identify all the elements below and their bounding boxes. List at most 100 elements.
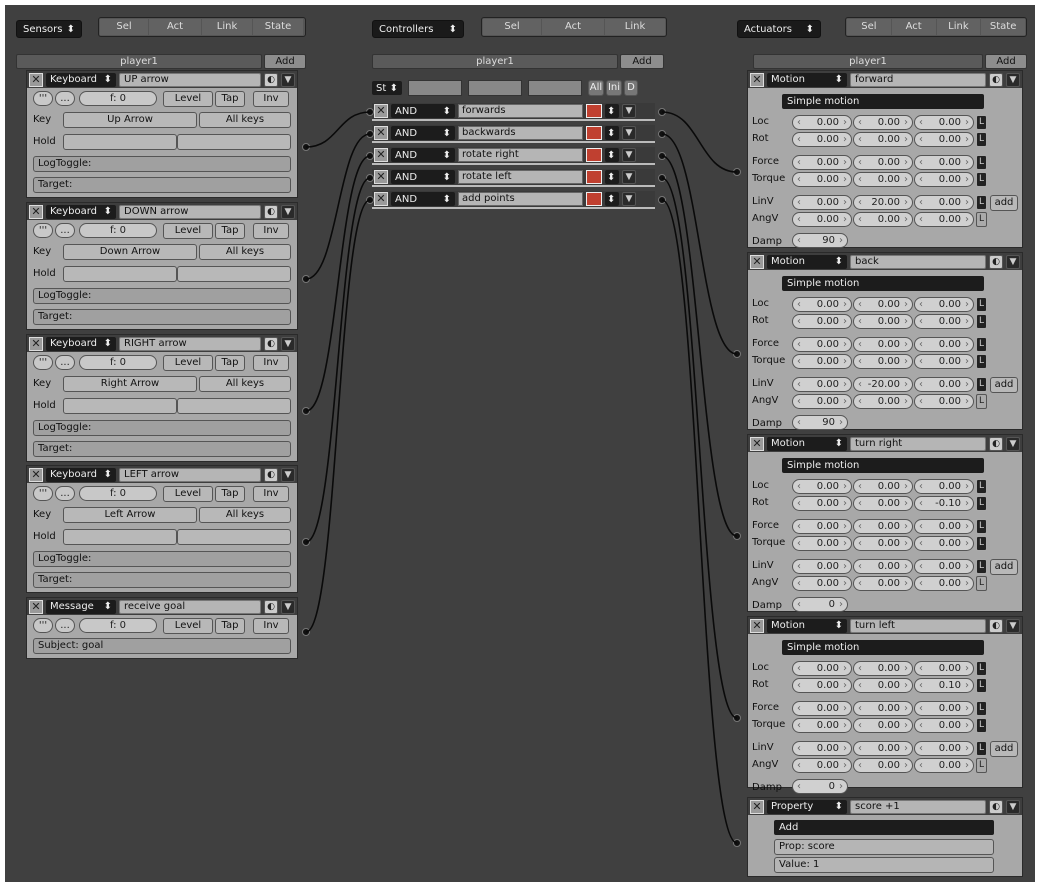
force-local-toggle[interactable]: L: [976, 519, 987, 534]
target-field[interactable]: Target:: [33, 309, 291, 325]
hold-key-2-field[interactable]: [177, 266, 291, 282]
invert-button[interactable]: Inv: [253, 223, 289, 239]
controller-name-field[interactable]: rotate right: [458, 148, 583, 162]
controller-remove-icon[interactable]: ✕: [374, 148, 388, 162]
actuator-type-dropdown[interactable]: Motion ⬍: [767, 72, 847, 87]
updown-icon[interactable]: ⬍: [605, 148, 619, 162]
force-value-z[interactable]: 0.00: [914, 337, 974, 352]
updown-icon[interactable]: ⬍: [605, 104, 619, 118]
logtoggle-field[interactable]: LogToggle:: [33, 420, 291, 436]
angv-value-z[interactable]: 0.00: [914, 394, 974, 409]
linv-value-x[interactable]: 0.00: [792, 377, 852, 392]
all-keys-button[interactable]: All keys: [199, 244, 291, 260]
force-value-x[interactable]: 0.00: [792, 155, 852, 170]
state-mask-2[interactable]: [468, 80, 522, 96]
controller-output-socket[interactable]: [658, 108, 666, 116]
controllers-sel-button[interactable]: Sel: [483, 19, 541, 35]
hold-key-1-field[interactable]: [63, 529, 177, 545]
level-button[interactable]: Level: [163, 91, 213, 107]
torque-local-toggle[interactable]: L: [976, 172, 987, 187]
sensors-object-bar[interactable]: player1: [16, 54, 262, 69]
actuators-state-button[interactable]: State: [981, 19, 1025, 35]
add-sensor-button[interactable]: Add: [264, 54, 306, 69]
force-value-z[interactable]: 0.00: [914, 519, 974, 534]
controller-output-socket[interactable]: [658, 174, 666, 182]
torque-local-toggle[interactable]: L: [976, 536, 987, 551]
sensors-state-button[interactable]: State: [253, 19, 303, 35]
controller-remove-icon[interactable]: ✕: [374, 192, 388, 206]
actuator-remove-icon[interactable]: ✕: [750, 618, 764, 633]
sensor-type-dropdown[interactable]: Keyboard ⬍: [46, 336, 116, 351]
angv-value-z[interactable]: 0.00: [914, 576, 974, 591]
controller-remove-icon[interactable]: ✕: [374, 104, 388, 118]
loc-value-x[interactable]: 0.00: [792, 297, 852, 312]
invert-button[interactable]: Inv: [253, 91, 289, 107]
torque-value-y[interactable]: 0.00: [853, 536, 913, 551]
invert-button[interactable]: Inv: [253, 618, 289, 634]
linv-value-z[interactable]: 0.00: [914, 195, 974, 210]
torque-value-x[interactable]: 0.00: [792, 172, 852, 187]
property-name-field[interactable]: Prop: score: [774, 839, 994, 855]
frequency-field[interactable]: f: 0: [79, 618, 157, 633]
actuator-name-field[interactable]: forward: [850, 72, 986, 87]
bookmark-icon[interactable]: [586, 170, 602, 184]
pin-icon[interactable]: ◐: [264, 336, 278, 351]
torque-value-y[interactable]: 0.00: [853, 354, 913, 369]
force-value-x[interactable]: 0.00: [792, 701, 852, 716]
pin-icon[interactable]: ◐: [264, 72, 278, 87]
torque-value-z[interactable]: 0.00: [914, 172, 974, 187]
bookmark-icon[interactable]: [586, 148, 602, 162]
controllers-object-bar[interactable]: player1: [372, 54, 618, 69]
actuator-remove-icon[interactable]: ✕: [750, 72, 764, 87]
pulse-true-button[interactable]: ''': [33, 223, 53, 238]
actuator-type-dropdown[interactable]: Motion ⬍: [767, 436, 847, 451]
hold-key-1-field[interactable]: [63, 266, 177, 282]
key-field[interactable]: Right Arrow: [63, 376, 197, 392]
angv-local-toggle[interactable]: L: [976, 758, 987, 773]
collapse-icon[interactable]: ▼: [1006, 799, 1020, 814]
pulse-false-button[interactable]: ...: [55, 223, 75, 238]
frequency-field[interactable]: f: 0: [79, 486, 157, 501]
actuators-act-button[interactable]: Act: [891, 19, 936, 35]
sensor-remove-icon[interactable]: ✕: [29, 204, 43, 219]
sensor-name-field[interactable]: RIGHT arrow: [119, 336, 261, 351]
torque-value-x[interactable]: 0.00: [792, 718, 852, 733]
controller-remove-icon[interactable]: ✕: [374, 126, 388, 140]
force-value-y[interactable]: 0.00: [853, 701, 913, 716]
pin-icon[interactable]: ◐: [989, 254, 1003, 269]
tap-button[interactable]: Tap: [215, 618, 245, 634]
actuator-input-socket[interactable]: [733, 532, 741, 540]
loc-value-z[interactable]: 0.00: [914, 479, 974, 494]
linv-value-z[interactable]: 0.00: [914, 377, 974, 392]
add-velocity-button[interactable]: add: [990, 195, 1018, 211]
level-button[interactable]: Level: [163, 223, 213, 239]
loc-value-y[interactable]: 0.00: [853, 661, 913, 676]
loc-value-x[interactable]: 0.00: [792, 479, 852, 494]
controller-name-field[interactable]: add points: [458, 192, 583, 206]
actuator-name-field[interactable]: turn right: [850, 436, 986, 451]
damp-value[interactable]: 0: [792, 597, 848, 612]
state-ini-button[interactable]: Ini: [606, 80, 622, 96]
linv-local-toggle[interactable]: L: [976, 195, 987, 210]
collapse-icon[interactable]: ▼: [281, 336, 295, 351]
pulse-true-button[interactable]: ''': [33, 355, 53, 370]
pin-icon[interactable]: ◐: [989, 618, 1003, 633]
damp-value[interactable]: 0: [792, 779, 848, 794]
property-actuator-type-dropdown[interactable]: Property ⬍: [767, 799, 847, 814]
rot-local-toggle[interactable]: L: [976, 678, 987, 693]
key-field[interactable]: Left Arrow: [63, 507, 197, 523]
force-value-y[interactable]: 0.00: [853, 519, 913, 534]
linv-value-y[interactable]: 0.00: [853, 741, 913, 756]
controller-input-socket[interactable]: [366, 152, 374, 160]
state-mask-1[interactable]: [408, 80, 462, 96]
actuators-sel-button[interactable]: Sel: [847, 19, 891, 35]
pulse-false-button[interactable]: ...: [55, 355, 75, 370]
controller-remove-icon[interactable]: ✕: [374, 170, 388, 184]
logtoggle-field[interactable]: LogToggle:: [33, 156, 291, 172]
sensor-name-field[interactable]: LEFT arrow: [119, 467, 261, 482]
actuator-type-dropdown[interactable]: Motion ⬍: [767, 618, 847, 633]
rot-value-z[interactable]: -0.10: [914, 496, 974, 511]
angv-value-x[interactable]: 0.00: [792, 758, 852, 773]
force-local-toggle[interactable]: L: [976, 155, 987, 170]
collapse-icon[interactable]: ▼: [1006, 254, 1020, 269]
